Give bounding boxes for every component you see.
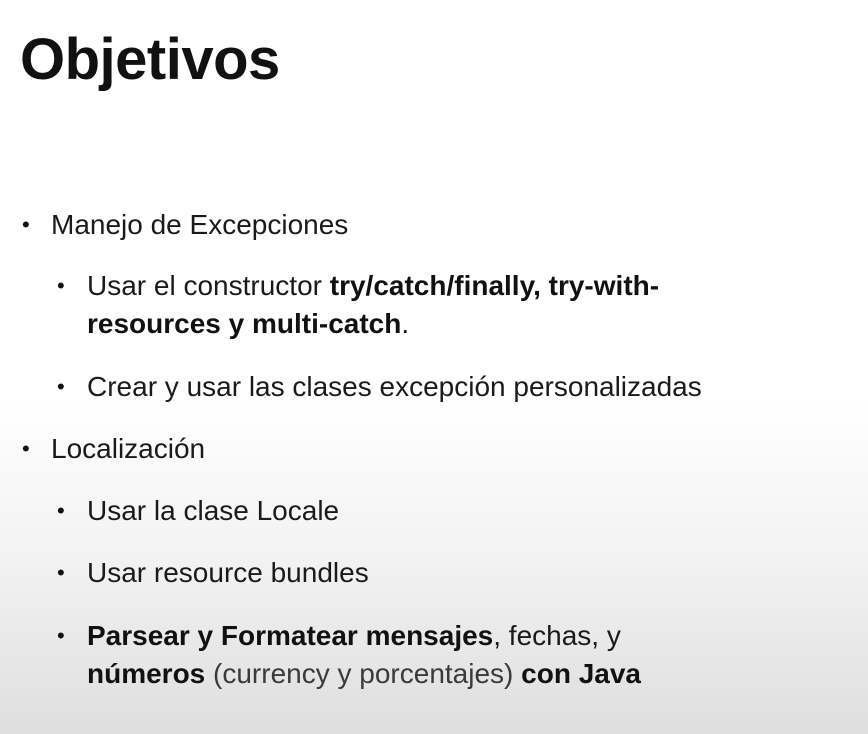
bullet-dot: • [22, 212, 30, 237]
sub-bullet-custom-exceptions: Crear y usar las clases excepción person… [87, 371, 702, 402]
sub-bullet-bold-text: try/catch/finally, try-with- [329, 270, 660, 301]
bullet-dot: • [57, 623, 65, 648]
sub-bullet-bold-text: con Java [521, 658, 641, 689]
sub-bullet-text: Usar el constructor [87, 270, 330, 301]
sub-bullet-text: , fechas, y [493, 620, 621, 651]
slide: Objetivos • Manejo de Excepciones • Usar… [0, 0, 868, 734]
bullet-dot: • [57, 498, 65, 523]
bullet-manejo-excepciones: Manejo de Excepciones [51, 209, 349, 240]
sub-bullet-locale: Usar la clase Locale [87, 495, 340, 526]
sub-bullet-resource-bundles: Usar resource bundles [87, 557, 369, 588]
bullet-dot: • [57, 374, 65, 399]
sub-bullet-bold-text: números [87, 658, 206, 689]
sub-bullet-parse-format: Parsear y Formatear mensajes, fechas, y n… [87, 617, 787, 693]
sub-bullet-light-text: (currency y porcentajes) [205, 658, 522, 689]
sub-bullet-text: . [401, 308, 410, 339]
sub-bullet-bold-text: resources y multi-catch [87, 308, 402, 339]
bullet-dot: • [22, 436, 30, 461]
sub-bullet-bold-text: Parsear y Formatear mensajes [87, 620, 494, 651]
bullet-localizacion: Localización [51, 433, 206, 464]
sub-bullet-try-catch: Usar el constructor try/catch/finally, t… [87, 267, 787, 343]
bullet-dot: • [57, 560, 65, 585]
slide-title: Objetivos [20, 27, 280, 92]
bullet-dot: • [57, 273, 65, 298]
